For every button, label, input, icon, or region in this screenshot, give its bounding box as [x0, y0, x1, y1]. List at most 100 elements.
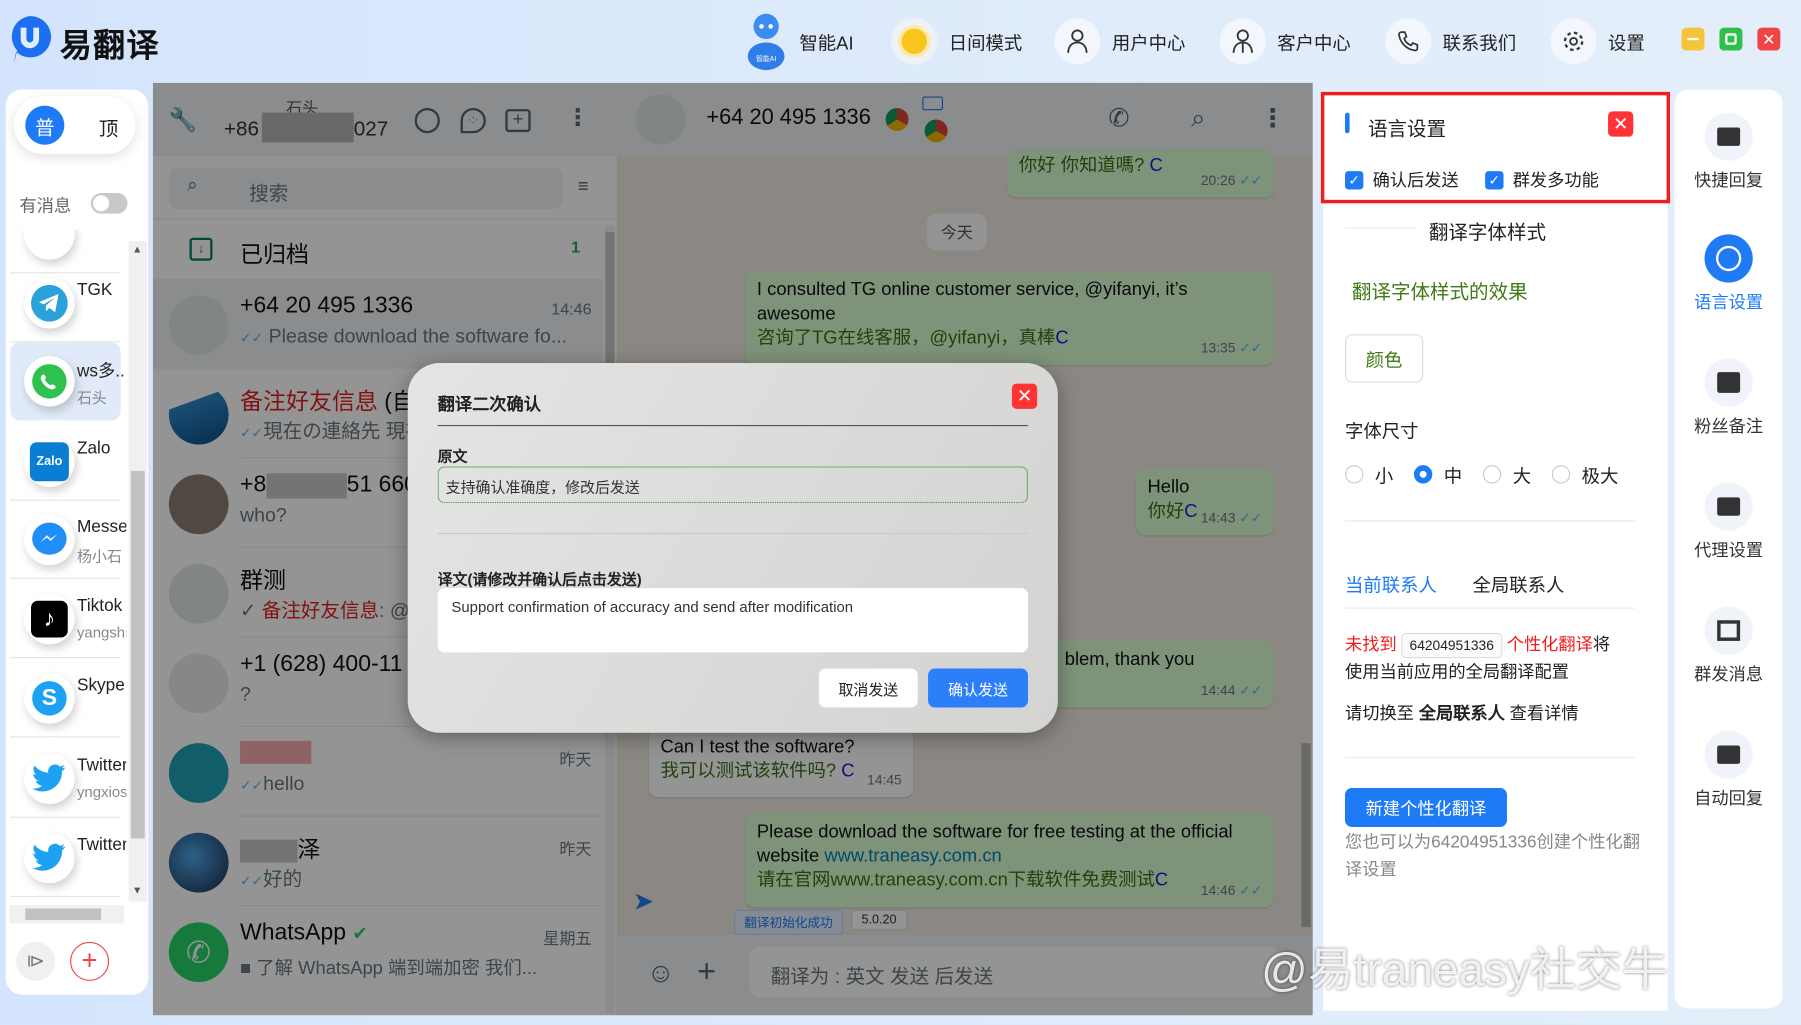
tool-sidebar: 快捷回复 语言设置 粉丝备注 代理设置 群发消息 自动回复 [1674, 89, 1783, 1009]
messenger-icon [24, 514, 75, 566]
switch-hint: 请切换至 全局联系人 查看详情 [1345, 704, 1579, 724]
contact-number-tag: 64204951336 [1401, 632, 1502, 659]
app-name: Twitter [76, 755, 127, 776]
svg-text:智能AI: 智能AI [756, 54, 776, 63]
close-panel-button[interactable]: ✕ [1608, 111, 1634, 137]
globe-icon [1704, 234, 1753, 283]
nav-user-center[interactable]: 用户中心 [1054, 9, 1185, 73]
has-message-label: 有消息 [19, 196, 72, 216]
app-list: TGK ws多... 石头 Zalo Zalo Messe. 杨小石 ♪ Tik… [6, 229, 126, 902]
source-text-field[interactable]: 支持确认准确度，修改后发送 [437, 466, 1028, 504]
tab-current-contact[interactable]: 当前联系人 [1345, 570, 1437, 598]
auto-reply-icon [1704, 730, 1753, 779]
app-sub: 杨小石 [76, 547, 122, 566]
app-name: Tiktok [76, 596, 123, 616]
twitter-icon [24, 832, 75, 884]
confirm-send-checkbox[interactable]: ✓ 确认后发送 [1345, 168, 1459, 192]
mode-top-button[interactable]: 顶 [99, 113, 119, 142]
nav-contact-us[interactable]: 联系我们 [1385, 9, 1516, 73]
phone-icon [1385, 18, 1432, 65]
app-name: Zalo [76, 438, 111, 459]
section-marker [1345, 112, 1350, 134]
watermark: @易traneasy社交牛 [1261, 945, 1668, 996]
cancel-send-button[interactable]: 取消发送 [818, 668, 918, 708]
nav-contact-us-label: 联系我们 [1442, 34, 1517, 54]
has-message-switch[interactable] [90, 192, 128, 214]
app-item-tiktok[interactable]: ♪ Tiktok yangshi. [10, 580, 126, 659]
whatsapp-icon [24, 356, 75, 407]
user-icon [1054, 18, 1101, 65]
nav-daymode-label: 日间模式 [948, 34, 1023, 54]
nav-ai[interactable]: 智能AI 智能AI [744, 9, 854, 73]
app-logo-icon [11, 16, 52, 65]
confirm-send-label: 确认后发送 [1372, 171, 1459, 191]
app-list-hscroll-thumb[interactable] [25, 908, 102, 921]
personal-translation-notice: 未找到 64204951336 个性化翻译将 使用当前应用的全局翻译配置 [1345, 632, 1646, 687]
app-window: 易翻译 智能AI 智能AI 日间模式 用户中心 客户中心 联系我们 设置 ✕ 普… [0, 0, 1801, 1025]
font-style-preview: 翻译字体样式的效果 [1351, 281, 1528, 304]
scroll-down-arrow[interactable]: ▼ [132, 884, 142, 895]
dialog-title: 翻译二次确认 [437, 395, 542, 415]
app-item-zalo[interactable]: Zalo Zalo [10, 423, 121, 501]
maximize-button[interactable] [1719, 27, 1743, 51]
nav-customer-center[interactable]: 客户中心 [1219, 9, 1351, 73]
app-item-whatsapp[interactable]: ws多... 石头 [10, 342, 126, 421]
add-app-button[interactable]: + [70, 941, 110, 981]
radio-xlarge-label: 极大 [1581, 467, 1619, 488]
nav-daymode[interactable]: 日间模式 [891, 9, 1022, 73]
tool-auto-reply[interactable]: 自动回复 [1675, 730, 1783, 810]
nav-customer-center-label: 客户中心 [1277, 34, 1351, 54]
mode-normal-button[interactable]: 普 [25, 105, 65, 145]
font-style-title: 翻译字体样式 [1428, 221, 1547, 244]
robot-icon: 智能AI [747, 13, 785, 71]
app-item-skype[interactable]: S Skype [10, 659, 125, 738]
dialog-close-button[interactable]: ✕ [1011, 383, 1038, 409]
radio-small-label: 小 [1374, 467, 1394, 488]
close-window-button[interactable]: ✕ [1757, 27, 1781, 51]
quick-reply-icon [1704, 112, 1753, 161]
tool-quick-reply[interactable]: 快捷回复 [1675, 112, 1783, 192]
nav-user-center-label: 用户中心 [1111, 34, 1186, 54]
radio-medium[interactable] [1413, 465, 1433, 484]
app-item-twitter[interactable]: Twitter yngxios. [10, 740, 126, 818]
nav-ai-label: 智能AI [799, 34, 854, 54]
app-name: TGK [76, 280, 113, 300]
divider [437, 424, 1028, 427]
group-send-label: 群发多功能 [1512, 171, 1599, 191]
personal-translation-hint: 您也可以为64204951336创建个性化翻译设置 [1345, 832, 1640, 880]
checkbox-checked-icon: ✓ [1345, 170, 1364, 189]
color-button[interactable]: 颜色 [1345, 334, 1424, 383]
zalo-icon: Zalo [24, 436, 75, 488]
app-list-scroll-thumb[interactable] [130, 470, 145, 839]
app-item-messenger[interactable]: Messe. 杨小石 [10, 501, 126, 579]
font-size-label: 字体尺寸 [1345, 422, 1419, 443]
app-sub: yngxios. [76, 783, 127, 801]
tool-proxy-settings[interactable]: 代理设置 [1675, 482, 1783, 561]
broadcast-icon [1704, 606, 1753, 655]
radio-small[interactable] [1345, 465, 1364, 484]
radio-xlarge[interactable] [1551, 465, 1571, 484]
nav-settings[interactable]: 设置 [1550, 9, 1645, 73]
app-name: Skype [76, 675, 125, 695]
notes-icon [1704, 358, 1753, 407]
tool-broadcast[interactable]: 群发消息 [1675, 606, 1783, 685]
collapse-sidebar-button[interactable]: ⧐ [16, 941, 56, 981]
gear-icon [1550, 18, 1597, 65]
tab-global-contact[interactable]: 全局联系人 [1473, 570, 1565, 598]
app-item-tgk[interactable]: TGK [10, 264, 121, 343]
scroll-up-arrow[interactable]: ▲ [132, 244, 142, 255]
new-personal-translation-button[interactable]: 新建个性化翻译 [1345, 787, 1507, 827]
radio-large[interactable] [1482, 465, 1502, 484]
minimize-button[interactable] [1681, 27, 1705, 51]
confirm-send-button[interactable]: 确认发送 [928, 668, 1028, 708]
app-sub: yangshi. [76, 623, 126, 641]
tool-language-settings[interactable]: 语言设置 [1675, 234, 1783, 313]
target-text-field[interactable] [437, 588, 1028, 653]
divider [437, 532, 1028, 535]
group-send-checkbox[interactable]: ✓ 群发多功能 [1485, 168, 1599, 192]
proxy-icon [1704, 482, 1753, 531]
divider [1345, 227, 1417, 229]
nav-settings-label: 设置 [1608, 34, 1645, 54]
app-item-twitter-2[interactable]: Twitter [10, 819, 126, 898]
tool-fan-notes[interactable]: 粉丝备注 [1675, 358, 1783, 437]
